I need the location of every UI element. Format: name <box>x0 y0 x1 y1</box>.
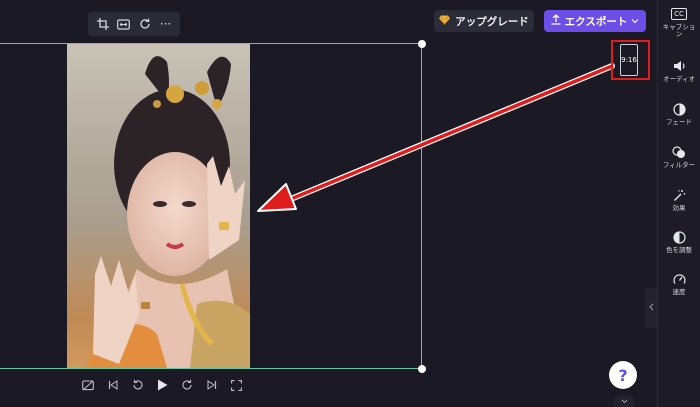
playback-controls <box>80 376 245 394</box>
sidebar-item-label: フェード <box>666 118 692 126</box>
diamond-icon <box>439 14 451 28</box>
upload-icon <box>551 14 561 28</box>
help-button[interactable]: ? <box>609 361 637 389</box>
fit-icon[interactable] <box>116 16 132 32</box>
sidebar-item-audio[interactable]: オーディオ <box>658 58 700 83</box>
sidebar-item-color-adjust[interactable]: 色を調整 <box>658 229 700 254</box>
speed-icon <box>671 271 687 287</box>
resize-handle-bottom-right[interactable] <box>418 365 426 373</box>
forward-5-icon[interactable] <box>179 377 195 393</box>
chevron-down-icon <box>631 15 639 27</box>
skip-back-icon[interactable] <box>105 377 121 393</box>
sidebar-item-label: キャプション <box>662 23 696 39</box>
sidebar-item-label: フィルター <box>662 161 696 169</box>
color-adjust-icon <box>671 229 687 245</box>
sidebar-item-label: 効果 <box>672 204 686 212</box>
chevron-down-icon <box>621 398 628 406</box>
sidebar-item-label: オーディオ <box>662 75 696 83</box>
annotation-arrow <box>257 63 615 212</box>
sidebar-collapse-button[interactable] <box>645 288 657 328</box>
sidebar-item-captions[interactable]: CC キャプション <box>658 6 700 39</box>
canvas-toolbar: ··· <box>88 12 180 36</box>
chevron-left-icon <box>648 303 654 313</box>
crop-icon[interactable] <box>95 16 111 32</box>
upgrade-button[interactable]: アップグレード <box>434 10 534 32</box>
aspect-ratio-label: 9:16 <box>621 56 637 64</box>
fade-icon <box>671 101 687 117</box>
sidebar-item-label: 速度 <box>672 288 686 296</box>
video-preview[interactable] <box>67 44 250 368</box>
captions-icon: CC <box>671 6 687 22</box>
rewind-5-icon[interactable] <box>130 377 146 393</box>
hide-preview-icon[interactable] <box>80 377 96 393</box>
play-icon[interactable] <box>154 377 170 393</box>
sidebar-item-fade[interactable]: フェード <box>658 101 700 126</box>
fullscreen-icon[interactable] <box>229 377 245 393</box>
sidebar-item-filter[interactable]: フィルター <box>658 144 700 169</box>
sidebar-item-speed[interactable]: 速度 <box>658 271 700 296</box>
upgrade-label: アップグレード <box>455 15 529 28</box>
skip-forward-icon[interactable] <box>204 377 220 393</box>
sidebar-item-label: 色を調整 <box>666 246 692 254</box>
filter-icon <box>671 144 687 160</box>
more-icon[interactable]: ··· <box>158 16 174 32</box>
aspect-ratio-button[interactable]: 9:16 <box>620 44 638 76</box>
magic-wand-icon <box>671 187 687 203</box>
right-sidebar: CC キャプション オーディオ フェード フィルター 効果 色を調整 速度 <box>658 0 700 407</box>
export-label: エクスポート <box>564 15 628 28</box>
timeline-toggle-button[interactable] <box>614 396 634 407</box>
rotate-icon[interactable] <box>137 16 153 32</box>
export-button[interactable]: エクスポート <box>544 10 646 32</box>
help-label: ? <box>618 365 628 385</box>
audio-icon <box>671 58 687 74</box>
resize-handle-top-right[interactable] <box>418 40 426 48</box>
sidebar-item-effects[interactable]: 効果 <box>658 187 700 212</box>
